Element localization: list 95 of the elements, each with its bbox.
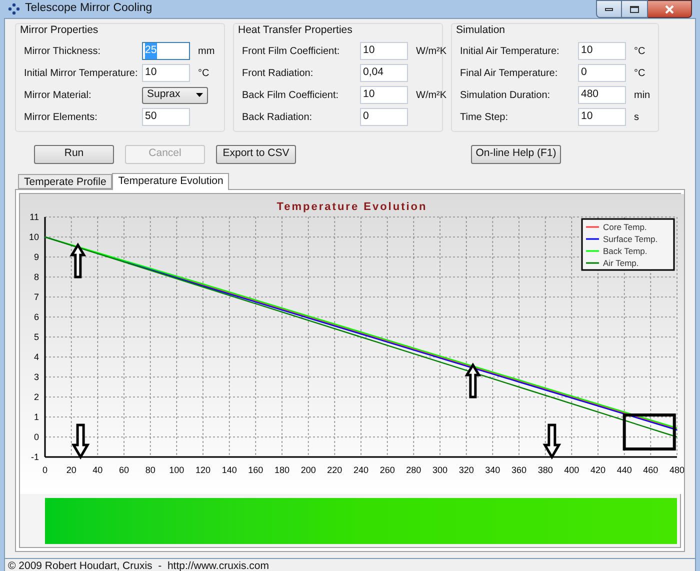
x-tick-label: 240 bbox=[353, 464, 369, 475]
down-arrow bbox=[71, 424, 90, 460]
group-title: Simulation bbox=[456, 23, 506, 38]
chart-title: Temperature Evolution bbox=[276, 200, 428, 213]
input-field[interactable]: 0,04 bbox=[360, 64, 408, 82]
unit-label: W/m²K bbox=[416, 88, 447, 103]
unit-label: W/m²K bbox=[416, 44, 447, 59]
tab[interactable]: Temperate Profile bbox=[18, 174, 112, 189]
input-field[interactable]: 0 bbox=[360, 108, 408, 126]
input-field[interactable]: 50 bbox=[142, 108, 190, 126]
x-tick-label: 380 bbox=[538, 464, 553, 475]
field-label: Front Radiation: bbox=[242, 66, 314, 81]
y-tick-label: 3 bbox=[34, 372, 39, 382]
action-button[interactable]: Run bbox=[34, 144, 114, 164]
legend-label: Surface Temp. bbox=[603, 234, 658, 244]
input-field[interactable]: 10 bbox=[360, 86, 408, 104]
legend-label: Core Temp. bbox=[603, 222, 647, 232]
minimize-button[interactable] bbox=[596, 0, 622, 18]
y-tick-label: -1 bbox=[30, 452, 39, 462]
input-field[interactable]: 10 bbox=[360, 42, 408, 60]
x-tick-label: 40 bbox=[92, 464, 103, 475]
x-tick-label: 340 bbox=[485, 464, 500, 475]
input-field[interactable]: 480 bbox=[578, 86, 626, 104]
x-tick-label: 20 bbox=[66, 464, 76, 475]
y-tick-label: 7 bbox=[34, 292, 39, 302]
x-tick-label: 180 bbox=[274, 464, 290, 475]
down-arrow bbox=[542, 424, 562, 460]
action-button[interactable]: Export to CSV bbox=[216, 144, 296, 164]
y-tick-label: 8 bbox=[34, 272, 39, 282]
field-label: Time Step: bbox=[460, 110, 509, 125]
field-label: Initial Air Temperature: bbox=[460, 44, 560, 59]
status-text: © 2009 Robert Houdart, Cruxis - http://www.cruxis.com bbox=[8, 558, 269, 571]
unit-label: °C bbox=[634, 44, 646, 59]
x-tick-label: 440 bbox=[616, 464, 632, 475]
x-tick-label: 460 bbox=[643, 464, 658, 475]
up-arrow bbox=[464, 362, 482, 398]
legend-label: Air Temp. bbox=[603, 258, 639, 268]
tab[interactable]: Temperature Evolution bbox=[112, 172, 230, 190]
field-label: Back Radiation: bbox=[242, 110, 314, 125]
y-tick-label: 9 bbox=[34, 252, 39, 262]
field-label: Mirror Elements: bbox=[24, 110, 98, 125]
y-tick-label: 11 bbox=[30, 212, 39, 222]
x-tick-label: 60 bbox=[119, 464, 129, 475]
maximize-button[interactable] bbox=[622, 0, 648, 18]
y-tick-label: 2 bbox=[34, 392, 39, 402]
y-tick-label: 5 bbox=[34, 332, 39, 342]
field-label: Front Film Coefficient: bbox=[242, 44, 341, 59]
up-arrow bbox=[70, 242, 86, 278]
y-tick-label: 1 bbox=[34, 412, 39, 422]
close-button[interactable] bbox=[648, 0, 692, 18]
highlight-box bbox=[622, 413, 676, 450]
x-tick-label: 200 bbox=[300, 464, 316, 475]
field-label: Mirror Material: bbox=[24, 88, 92, 103]
field-label: Back Film Coefficient: bbox=[242, 88, 340, 103]
x-tick-label: 100 bbox=[169, 464, 184, 475]
window-title: Telescope Mirror Cooling bbox=[25, 1, 152, 16]
x-tick-label: 220 bbox=[327, 464, 342, 475]
input-field[interactable]: 10 bbox=[142, 64, 190, 82]
input-field[interactable]: 0 bbox=[578, 64, 626, 82]
x-tick-label: 160 bbox=[248, 464, 264, 475]
help-button[interactable]: On-line Help (F1) bbox=[471, 144, 561, 164]
x-tick-label: 0 bbox=[42, 464, 48, 475]
field-label: Mirror Thickness: bbox=[24, 44, 102, 59]
caret-icon bbox=[196, 93, 203, 98]
group-title: Mirror Properties bbox=[20, 23, 100, 38]
input-field[interactable]: 10 bbox=[578, 42, 626, 60]
x-tick-label: 300 bbox=[432, 464, 448, 475]
field-label: Final Air Temperature: bbox=[460, 66, 559, 81]
x-tick-label: 140 bbox=[222, 464, 237, 475]
x-tick-label: 280 bbox=[406, 464, 422, 475]
y-tick-label: 6 bbox=[34, 312, 39, 322]
y-tick-label: 0 bbox=[34, 432, 39, 442]
group-title: Heat Transfer Properties bbox=[238, 23, 354, 38]
x-tick-label: 80 bbox=[145, 464, 156, 475]
x-tick-label: 400 bbox=[564, 464, 580, 475]
material-dropdown[interactable]: Suprax bbox=[142, 86, 208, 104]
x-tick-label: 420 bbox=[590, 464, 606, 475]
unit-label: s bbox=[634, 110, 639, 125]
x-tick-label: 120 bbox=[195, 464, 211, 475]
x-tick-label: 320 bbox=[458, 464, 474, 475]
x-tick-label: 360 bbox=[511, 464, 527, 475]
unit-label: °C bbox=[634, 66, 646, 81]
y-tick-label: 10 bbox=[28, 232, 39, 242]
legend-label: Back Temp. bbox=[603, 246, 648, 256]
unit-label: min bbox=[634, 88, 650, 103]
unit-label: mm bbox=[198, 44, 215, 59]
field-label: Simulation Duration: bbox=[460, 88, 552, 103]
close-icon bbox=[665, 4, 674, 14]
unit-label: °C bbox=[198, 66, 210, 81]
field-label: Initial Mirror Temperature: bbox=[24, 66, 139, 81]
y-tick-label: 4 bbox=[34, 352, 39, 362]
x-tick-label: 260 bbox=[380, 464, 395, 475]
app-icon bbox=[8, 3, 20, 15]
input-field[interactable]: 10 bbox=[578, 108, 626, 126]
x-tick-label: 480 bbox=[669, 464, 684, 475]
